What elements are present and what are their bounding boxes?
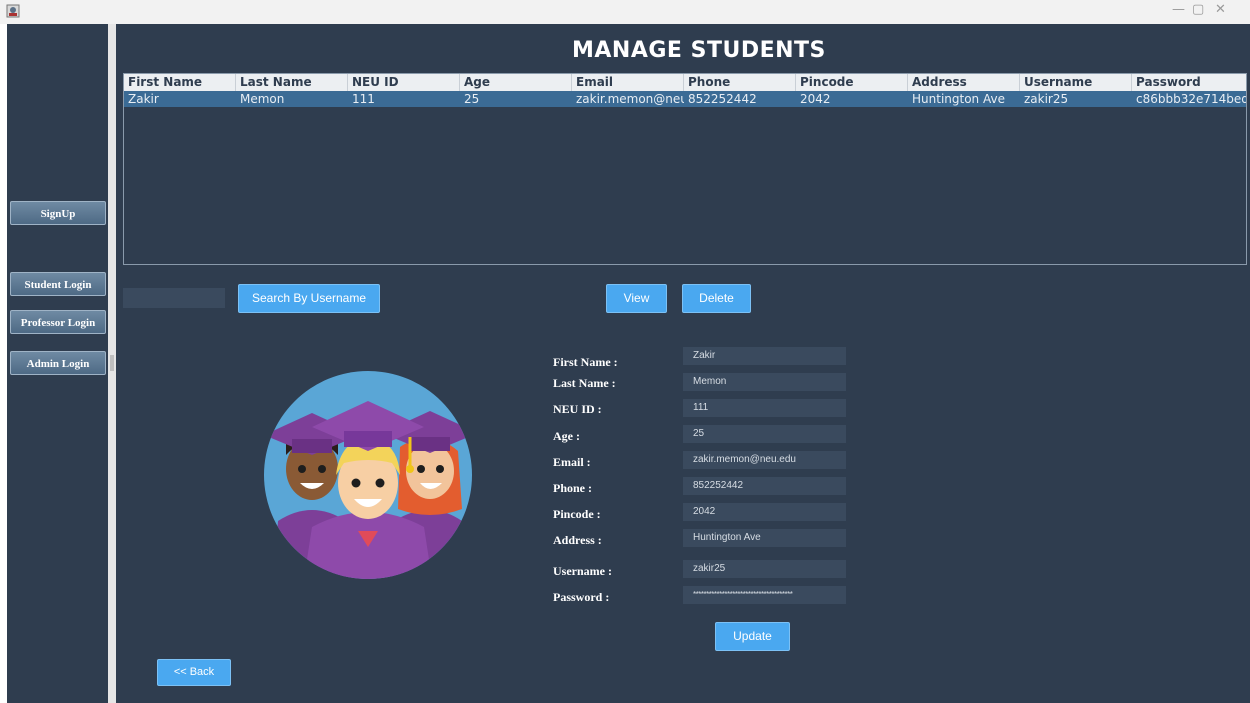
search-by-username-button[interactable]: Search By Username bbox=[238, 284, 380, 313]
last-name-label: Last Name : bbox=[553, 376, 616, 390]
address-label: Address : bbox=[553, 533, 602, 547]
column-header-age[interactable]: Age bbox=[460, 74, 572, 91]
table-cell: 2042 bbox=[800, 92, 831, 106]
graduates-illustration-icon bbox=[264, 371, 472, 579]
window-frame-left bbox=[0, 24, 7, 703]
column-header-password[interactable]: Password bbox=[1132, 74, 1246, 91]
column-header-email[interactable]: Email bbox=[572, 74, 684, 91]
username-label: Username : bbox=[553, 564, 612, 578]
professor-login-button[interactable]: Professor Login bbox=[10, 310, 106, 334]
column-header-first-name[interactable]: First Name bbox=[124, 74, 236, 91]
window-titlebar: — ▢ ✕ bbox=[0, 0, 1250, 24]
page-title: MANAGE STUDENTS bbox=[572, 38, 826, 63]
password-field[interactable]: ************************************** bbox=[683, 586, 846, 604]
column-header-pincode[interactable]: Pincode bbox=[796, 74, 908, 91]
table-cell: c86bbb32e714bed... bbox=[1136, 92, 1246, 106]
column-header-address[interactable]: Address bbox=[908, 74, 1020, 91]
table-cell: zakir.memon@neu... bbox=[576, 92, 684, 106]
minimize-button[interactable]: — bbox=[1172, 2, 1185, 17]
table-cell: Memon bbox=[240, 92, 285, 106]
age-field[interactable]: 25 bbox=[683, 425, 846, 443]
column-header-neu-id[interactable]: NEU ID bbox=[348, 74, 460, 91]
table-row[interactable]: Zakir Memon 111 25 zakir.memon@neu... 85… bbox=[124, 91, 1246, 107]
first-name-field[interactable]: Zakir bbox=[683, 347, 846, 365]
table-cell: Huntington Ave bbox=[912, 92, 1005, 106]
students-table[interactable]: First Name Last Name NEU ID Age Email Ph… bbox=[123, 73, 1247, 265]
last-name-field[interactable]: Memon bbox=[683, 373, 846, 391]
column-header-phone[interactable]: Phone bbox=[684, 74, 796, 91]
age-label: Age : bbox=[553, 429, 580, 443]
phone-field[interactable]: 852252442 bbox=[683, 477, 846, 495]
address-field[interactable]: Huntington Ave bbox=[683, 529, 846, 547]
table-cell: 111 bbox=[352, 92, 375, 106]
view-button[interactable]: View bbox=[606, 284, 667, 313]
table-cell: zakir25 bbox=[1024, 92, 1069, 106]
table-cell: Zakir bbox=[128, 92, 159, 106]
close-button[interactable]: ✕ bbox=[1215, 2, 1226, 17]
table-cell: 852252442 bbox=[688, 92, 757, 106]
email-field[interactable]: zakir.memon@neu.edu bbox=[683, 451, 846, 469]
java-app-icon bbox=[6, 4, 20, 18]
search-username-input[interactable] bbox=[123, 288, 225, 308]
column-header-last-name[interactable]: Last Name bbox=[236, 74, 348, 91]
table-header: First Name Last Name NEU ID Age Email Ph… bbox=[124, 74, 1246, 91]
signup-button[interactable]: SignUp bbox=[10, 201, 106, 225]
restore-button[interactable]: ▢ bbox=[1192, 2, 1204, 17]
neu-id-label: NEU ID : bbox=[553, 402, 602, 416]
divider-grip-icon[interactable] bbox=[110, 355, 114, 371]
pincode-label: Pincode : bbox=[553, 507, 601, 521]
neu-id-field[interactable]: 111 bbox=[683, 399, 846, 417]
table-cell: 25 bbox=[464, 92, 480, 106]
student-login-button[interactable]: Student Login bbox=[10, 272, 106, 296]
first-name-label: First Name : bbox=[553, 355, 618, 369]
admin-login-button[interactable]: Admin Login bbox=[10, 351, 106, 375]
username-field[interactable]: zakir25 bbox=[683, 560, 846, 578]
phone-label: Phone : bbox=[553, 481, 592, 495]
back-button[interactable]: << Back bbox=[157, 659, 231, 686]
update-button[interactable]: Update bbox=[715, 622, 790, 651]
password-label: Password : bbox=[553, 590, 610, 604]
email-label: Email : bbox=[553, 455, 591, 469]
column-header-username[interactable]: Username bbox=[1020, 74, 1132, 91]
pincode-field[interactable]: 2042 bbox=[683, 503, 846, 521]
delete-button[interactable]: Delete bbox=[682, 284, 751, 313]
